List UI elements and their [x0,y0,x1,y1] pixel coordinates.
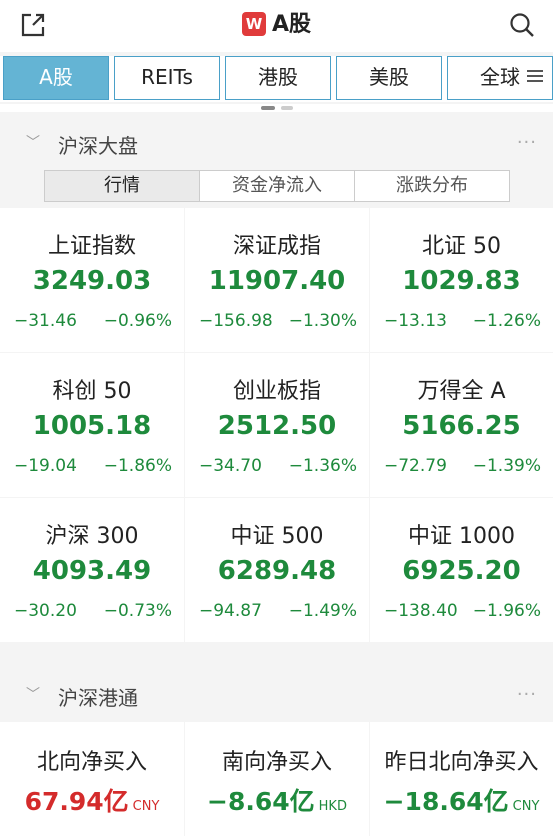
index-change-pct: −1.30% [288,311,357,331]
flow-name: 昨日北向净买入 [384,750,539,775]
flow-name: 北向净买入 [36,750,147,775]
flow-value: −18.64亿 [383,787,509,816]
index-name: 创业板指 [232,379,321,404]
chevron-down-icon[interactable]: ﹀ [26,132,40,152]
index-card[interactable]: 上证指数 3249.03 −31.46 −0.96% [0,208,184,352]
flow-value: −8.64亿 [207,787,315,816]
index-change-pct: −1.49% [288,601,357,621]
flow-card-northbound[interactable]: 北向净买入 67.94亿 CNY [0,722,184,836]
subtab-advance-decline[interactable]: 涨跌分布 [355,171,509,201]
more-icon[interactable]: ··· [517,686,537,704]
index-price: 3249.03 [32,266,152,296]
flow-name: 南向净买入 [221,750,332,775]
flow-value-row: 67.94亿 CNY [0,782,184,818]
index-name: 上证指数 [47,234,136,259]
index-subtabs: 行情 资金净流入 涨跌分布 [44,170,510,202]
index-change: −94.87 [199,601,262,621]
page-indicator [0,104,553,112]
flow-value-row: −18.64亿 CNY [370,782,553,818]
index-card[interactable]: 中证 1000 6925.20 −138.40 −1.96% [370,498,553,642]
index-name: 北证 50 [422,234,501,259]
index-card[interactable]: 科创 50 1005.18 −19.04 −1.86% [0,353,184,497]
page-dot-active [261,106,275,110]
index-price: 6925.20 [402,556,521,586]
subtab-net-inflow[interactable]: 资金净流入 [200,171,355,201]
index-name: 中证 500 [230,524,324,549]
flow-currency: CNY [132,799,160,814]
flow-card-southbound[interactable]: 南向净买入 −8.64亿 HKD [185,722,369,836]
flow-value: 67.94亿 [24,787,129,816]
index-card[interactable]: 中证 500 6289.48 −94.87 −1.49% [185,498,369,642]
index-price: 5166.25 [402,411,521,441]
flow-grid: 北向净买入 67.94亿 CNY 南向净买入 −8.64亿 HKD 昨日北向净买入 … [0,722,553,836]
subtab-quotes[interactable]: 行情 [45,171,200,201]
flow-currency: CNY [512,799,540,814]
index-card[interactable]: 万得全 A 5166.25 −72.79 −1.39% [370,353,553,497]
menu-icon[interactable] [523,67,547,89]
app-logo: W [241,12,266,36]
index-change-pct: −1.36% [288,456,357,476]
page-title-text: A股 [271,12,312,37]
top-bar: W A股 [0,0,553,52]
index-change: −31.46 [14,311,77,331]
index-change: −138.40 [384,601,458,621]
tab-reits[interactable]: REITs [114,56,220,100]
index-change-pct: −1.96% [472,601,541,621]
section-title: 沪深港通 [58,686,138,710]
index-change: −156.98 [199,311,273,331]
index-change: −13.13 [384,311,447,331]
tab-us-stocks[interactable]: 美股 [336,56,442,100]
index-change-pct: −1.39% [472,456,541,476]
index-name: 万得全 A [417,379,506,404]
index-price: 11907.40 [208,266,346,296]
index-card[interactable]: 北证 50 1029.83 −13.13 −1.26% [370,208,553,352]
index-price: 4093.49 [32,556,152,586]
index-change: −72.79 [384,456,447,476]
index-change-pct: −1.26% [472,311,541,331]
index-name: 科创 50 [52,379,132,404]
flow-value-row: −8.64亿 HKD [185,782,369,818]
page-dot [281,106,293,110]
more-icon[interactable]: ··· [517,134,537,152]
index-price: 6289.48 [217,556,337,586]
page-title: W A股 [0,10,553,40]
search-icon[interactable] [507,10,537,40]
tab-a-shares[interactable]: A股 [3,56,109,100]
section-header-connect[interactable]: ﹀ 沪深港通 ··· [0,670,553,720]
index-change: −30.20 [14,601,77,621]
flow-currency: HKD [318,799,347,814]
index-grid: 上证指数 3249.03 −31.46 −0.96% 深证成指 11907.40… [0,208,553,644]
market-tabs: A股 REITs 港股 美股 全球 [0,56,553,102]
section-title: 沪深大盘 [58,134,138,158]
index-change-pct: −1.86% [103,456,172,476]
index-price: 1029.83 [402,266,521,296]
index-name: 沪深 300 [45,524,139,549]
tab-hk-stocks[interactable]: 港股 [225,56,331,100]
index-card[interactable]: 创业板指 2512.50 −34.70 −1.36% [185,353,369,497]
index-name: 深证成指 [232,234,321,259]
index-change: −34.70 [199,456,262,476]
section-header-market[interactable]: ﹀ 沪深大盘 ··· [0,118,553,168]
index-price: 1005.18 [32,411,152,441]
index-price: 2512.50 [217,411,337,441]
chevron-down-icon[interactable]: ﹀ [26,684,40,704]
index-card[interactable]: 沪深 300 4093.49 −30.20 −0.73% [0,498,184,642]
index-change-pct: −0.96% [103,311,172,331]
index-change-pct: −0.73% [103,601,172,621]
index-card[interactable]: 深证成指 11907.40 −156.98 −1.30% [185,208,369,352]
index-change: −19.04 [14,456,77,476]
flow-card-prev-northbound[interactable]: 昨日北向净买入 −18.64亿 CNY [370,722,553,836]
index-name: 中证 1000 [408,524,515,549]
